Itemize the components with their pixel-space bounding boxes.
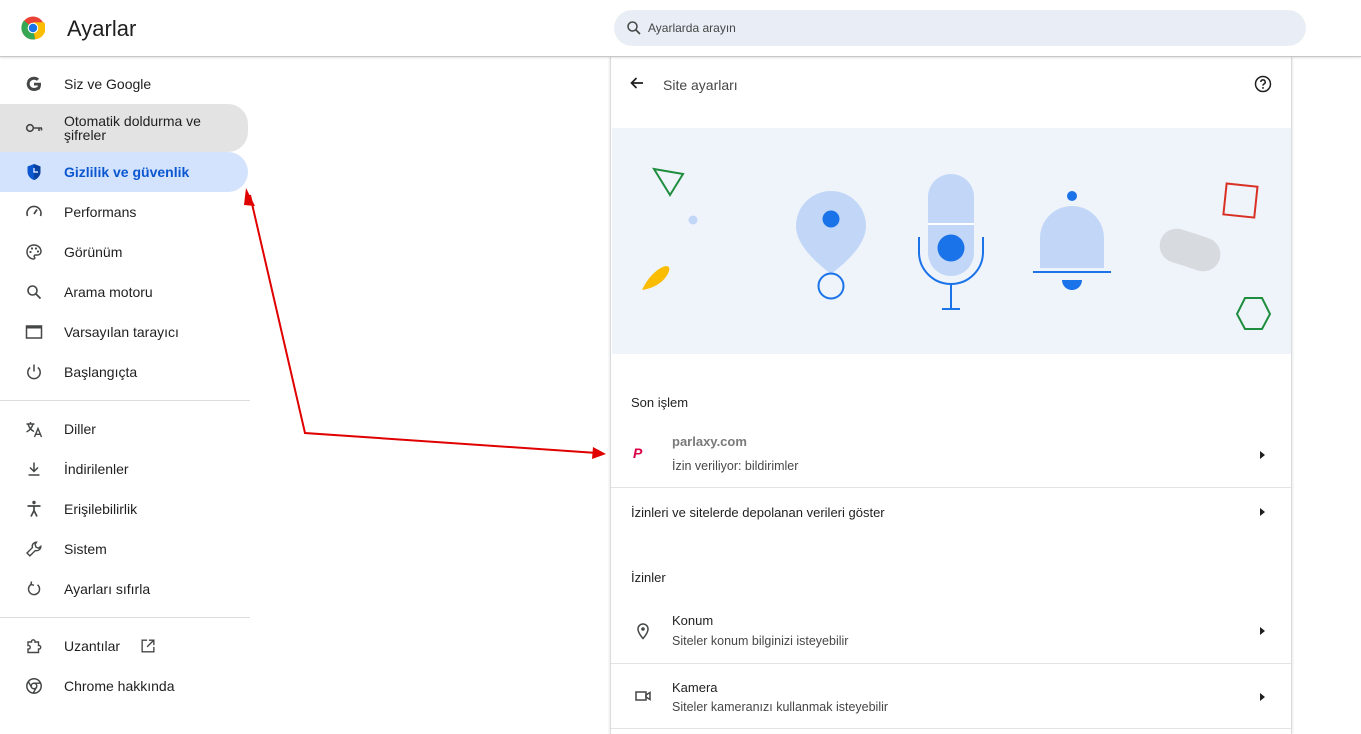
location-pin-icon [637, 623, 649, 640]
triangle-shape [651, 167, 685, 197]
sidebar-item-label: Chrome hakkında [64, 678, 175, 694]
sidebar-item-on-startup[interactable]: Başlangıçta [0, 352, 248, 392]
sidebar-item-autofill[interactable]: Otomatik doldurma ve şifreler [0, 104, 248, 152]
recent-site-status: İzin veriliyor: bildirimler [672, 459, 799, 473]
site-favicon-icon: P [633, 445, 643, 461]
annotation-arrowhead-right-icon [592, 447, 606, 459]
sidebar-item-label: Gizlilik ve güvenlik [64, 164, 190, 180]
site-settings-illustration [612, 128, 1291, 354]
sidebar-item-label: Arama motoru [64, 284, 153, 300]
sidebar-item-performance[interactable]: Performans [0, 192, 248, 232]
app-title: Ayarlar [67, 16, 137, 41]
sidebar-item-label: Ayarları sıfırla [64, 581, 151, 597]
sidebar-item-label: Varsayılan tarayıcı [64, 324, 179, 340]
show-permissions-data-label: İzinleri ve sitelerde depolanan verileri… [631, 505, 885, 520]
site-settings-card: Site ayarları Son işlem P parlaxy.com İz… [610, 57, 1292, 734]
reset-icon [27, 581, 41, 596]
permission-title: Kamera [672, 680, 718, 695]
extension-puzzle-icon [27, 639, 42, 654]
sidebar-item-label: Performans [64, 204, 137, 220]
illustration-graphic [642, 167, 1272, 330]
annotation-arrow-line [249, 194, 598, 454]
permissions-heading: İzinler [631, 570, 666, 585]
sidebar-item-languages[interactable]: Diller [0, 409, 248, 449]
wrench-icon [26, 541, 42, 557]
arrow-right-icon [1260, 693, 1265, 701]
recent-activity-heading: Son işlem [631, 395, 689, 410]
search-icon [27, 285, 42, 300]
sidebar-item-label: Otomatik doldurma ve şifreler [64, 113, 201, 143]
sidebar-item-accessibility[interactable]: Erişilebilirlik [0, 489, 248, 529]
permission-camera-row[interactable]: Kamera Siteler kameranızı kullanmak iste… [611, 663, 1291, 728]
capsule-shape [1159, 228, 1221, 272]
square-shape [1222, 182, 1259, 219]
microphone-graphic [918, 174, 984, 310]
sidebar-item-label: Diller [64, 421, 96, 437]
sidebar-item-default-browser[interactable]: Varsayılan tarayıcı [0, 312, 248, 352]
key-icon [25, 123, 43, 133]
sidebar-divider [0, 617, 250, 618]
chrome-icon [26, 678, 42, 694]
google-g-icon [26, 76, 41, 91]
recent-site-row[interactable]: P parlaxy.com İzin veriliyor: bildirimle… [611, 422, 1291, 487]
sidebar-nav: Siz ve Google Otomatik doldurma ve şifre… [0, 57, 250, 734]
permission-subtitle: Siteler kameranızı kullanmak isteyebilir [672, 700, 889, 714]
sidebar-item-label: Siz ve Google [64, 76, 152, 92]
download-icon [28, 462, 40, 476]
sidebar-item-reset-settings[interactable]: Ayarları sıfırla [0, 569, 248, 609]
sidebar-item-search-engine[interactable]: Arama motoru [0, 272, 248, 312]
top-bar: Ayarlar [0, 0, 1361, 57]
hexagon-shape [1235, 297, 1272, 330]
browser-window-icon [25, 325, 43, 339]
chrome-logo-icon [21, 16, 45, 40]
show-permissions-data-row[interactable]: İzinleri ve sitelerde depolanan verileri… [611, 487, 1291, 535]
recent-site-name: parlaxy.com [672, 434, 747, 449]
sidebar-item-label: Sistem [64, 541, 107, 557]
arrow-right-icon [1260, 627, 1265, 635]
back-arrow-icon[interactable] [627, 73, 647, 93]
speedometer-icon [26, 205, 42, 217]
help-icon[interactable] [1253, 74, 1273, 94]
external-link-icon [141, 639, 155, 653]
sidebar-item-extensions[interactable]: Uzantılar [0, 626, 248, 666]
accessibility-icon [27, 500, 41, 517]
arrow-right-icon [1260, 451, 1265, 459]
bell-graphic [1033, 191, 1111, 290]
search-box[interactable] [614, 10, 1306, 46]
sidebar-item-about-chrome[interactable]: Chrome hakkında [0, 666, 248, 706]
sidebar-item-label: Görünüm [64, 244, 123, 260]
palette-icon [26, 244, 42, 260]
shield-icon [27, 164, 41, 180]
sidebar-item-label: Uzantılar [64, 638, 121, 654]
sidebar-item-label: İndirilenler [64, 461, 129, 477]
power-icon [27, 364, 41, 380]
row-divider [611, 728, 1291, 734]
sidebar-item-downloads[interactable]: İndirilenler [0, 449, 248, 489]
permission-title: Konum [672, 613, 714, 628]
sidebar-item-privacy-security[interactable]: Gizlilik ve güvenlik [0, 152, 248, 192]
sidebar-divider [0, 400, 250, 401]
location-pin-graphic [796, 191, 866, 300]
video-camera-icon [635, 691, 651, 701]
settings-window: Ayarlar Siz ve Google Otomatik doldurma … [0, 0, 1361, 734]
search-icon [627, 21, 641, 35]
translate-icon [26, 422, 43, 438]
dot-shape [688, 215, 698, 225]
sidebar-item-you-and-google[interactable]: Siz ve Google [0, 64, 248, 104]
permission-subtitle: Siteler konum bilginizi isteyebilir [672, 634, 849, 648]
sidebar-item-appearance[interactable]: Görünüm [0, 232, 248, 272]
page-title: Site ayarları [663, 77, 738, 93]
half-circle-shape [642, 266, 670, 290]
sidebar-item-system[interactable]: Sistem [0, 529, 248, 569]
sidebar-item-label: Erişilebilirlik [64, 501, 138, 517]
sidebar-item-label: Başlangıçta [64, 364, 138, 380]
permission-location-row[interactable]: Konum Siteler konum bilginizi isteyebili… [611, 599, 1291, 663]
arrow-right-icon [1260, 508, 1265, 516]
search-input[interactable] [648, 10, 1288, 46]
